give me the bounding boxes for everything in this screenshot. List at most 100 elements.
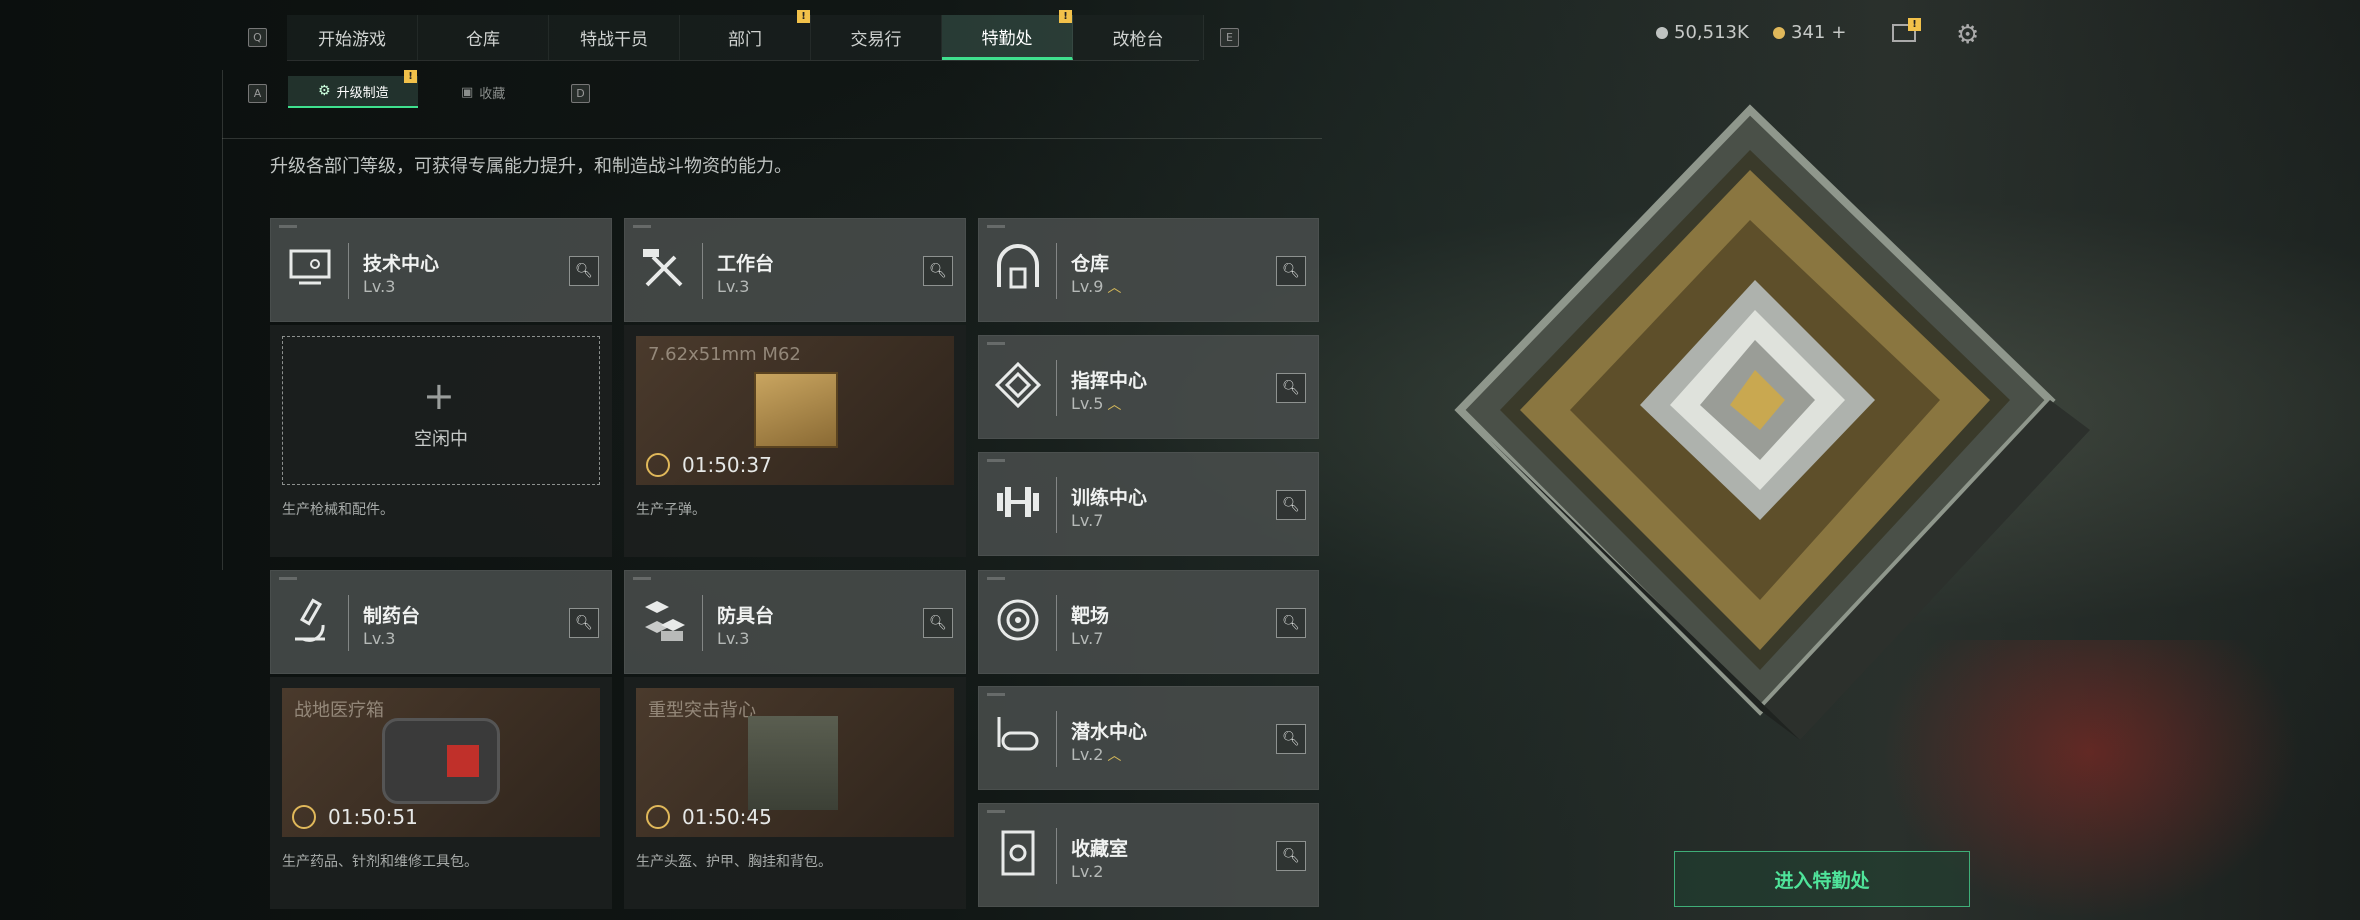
inspect-button[interactable]: 🔍︎ — [1276, 256, 1306, 286]
search-icon: 🔍︎ — [1282, 731, 1300, 747]
settings-gear-icon[interactable]: ⚙ — [1956, 20, 1979, 50]
inspect-button[interactable]: 🔍︎ — [1276, 490, 1306, 520]
inspect-button[interactable]: 🔍︎ — [923, 256, 953, 286]
frame-line — [222, 70, 223, 570]
facility-name: 靶场 — [1071, 605, 1110, 627]
goggles-icon — [997, 717, 1039, 751]
facility-card-armor-bench[interactable]: 防具台 Lv.3 🔍︎ — [624, 570, 966, 674]
facility-card-shooting-range[interactable]: 靶场 Lv.7 🔍︎ — [978, 570, 1319, 674]
facility-card-training-center[interactable]: 训练中心 Lv.7 🔍︎ — [978, 452, 1319, 556]
tab-start-game[interactable]: 开始游戏 — [287, 15, 418, 60]
facility-level: Lv.7 — [1071, 511, 1104, 530]
subtab-upgrade-craft[interactable]: ⚙ 升级制造 ! — [288, 70, 418, 108]
timer-icon — [292, 805, 316, 829]
card-divider — [1056, 595, 1057, 651]
coin-icon — [1773, 26, 1785, 39]
production-slot-empty[interactable]: + 空闲中 — [282, 336, 600, 485]
card-tag — [633, 225, 651, 228]
search-icon: 🔍︎ — [1282, 848, 1300, 864]
search-icon: 🔍︎ — [575, 263, 593, 279]
production-timer: 01:50:45 — [682, 805, 772, 829]
subtab-collection[interactable]: ▣ 收藏 — [433, 76, 553, 108]
facility-card-pharmacy[interactable]: 制药台 Lv.3 🔍︎ — [270, 570, 612, 674]
ammo-box-image — [754, 372, 838, 448]
facility-card-warehouse[interactable]: 仓库 Lv.9 ︿ 🔍︎ — [978, 218, 1319, 322]
production-description: 生产头盔、护甲、胸挂和背包。 — [636, 854, 832, 870]
search-icon: 🔍︎ — [929, 263, 947, 279]
subtab-upgrade-craft-label: 升级制造 — [336, 85, 389, 101]
cubes-icon — [645, 601, 685, 641]
vest-image — [748, 716, 838, 810]
facility-level: Lv.2 ︿ — [1071, 745, 1122, 764]
production-timer: 01:50:37 — [682, 453, 772, 477]
diamond-icon — [994, 361, 1042, 409]
card-tag — [279, 225, 297, 228]
production-description: 生产药品、针剂和维修工具包。 — [282, 854, 478, 870]
production-description: 生产子弹。 — [636, 502, 706, 518]
production-panel-tech-center: + 空闲中 生产枪械和配件。 — [270, 325, 612, 557]
subnav-next-key[interactable]: D — [571, 84, 590, 103]
monitor-icon — [289, 249, 331, 285]
production-panel-armor-bench: 重型突击背心 01:50:45 生产头盔、护甲、胸挂和背包。 — [624, 677, 966, 909]
inspect-button[interactable]: 🔍︎ — [923, 608, 953, 638]
dumbbell-icon — [997, 487, 1039, 517]
upgrade-arrow-icon: ︿ — [1107, 748, 1122, 764]
inspect-button[interactable]: 🔍︎ — [569, 608, 599, 638]
card-tag — [987, 342, 1005, 345]
production-item-name: 战地医疗箱 — [294, 700, 384, 721]
card-tag — [633, 577, 651, 580]
frame-line — [222, 138, 1322, 139]
production-slot-busy[interactable]: 战地医疗箱 01:50:51 — [282, 688, 600, 837]
inspect-button[interactable]: 🔍︎ — [1276, 373, 1306, 403]
top-nav: 开始游戏 仓库 特战干员 部门 ! 交易行 特勤处 ! 改枪台 — [287, 10, 1204, 61]
production-item-name: 重型突击背心 — [648, 700, 756, 721]
tab-special-ops[interactable]: 特勤处 ! — [942, 10, 1073, 60]
currency-value: 50,513K — [1674, 22, 1749, 43]
facility-level: Lv.3 — [363, 277, 396, 296]
coin-display: 341 + — [1773, 22, 1846, 43]
nav-prev-key[interactable]: Q — [248, 28, 267, 47]
card-divider — [348, 243, 349, 299]
add-coins-button[interactable]: + — [1831, 22, 1846, 43]
facility-card-diving-center[interactable]: 潜水中心 Lv.2 ︿ 🔍︎ — [978, 686, 1319, 790]
currency-icon — [1656, 26, 1668, 39]
facility-card-tech-center[interactable]: 技术中心 Lv.3 🔍︎ — [270, 218, 612, 322]
tab-operators[interactable]: 特战干员 — [549, 15, 680, 60]
mail-badge: ! — [1908, 18, 1921, 31]
box-icon: ▣ — [461, 84, 474, 100]
facility-cube-illustration — [1454, 104, 2090, 740]
inspect-button[interactable]: 🔍︎ — [569, 256, 599, 286]
enter-special-ops-button[interactable]: 进入特勤处 — [1674, 851, 1970, 907]
tab-gunsmith[interactable]: 改枪台 — [1073, 15, 1204, 60]
inspect-button[interactable]: 🔍︎ — [1276, 841, 1306, 871]
inspect-button[interactable]: 🔍︎ — [1276, 608, 1306, 638]
search-icon: 🔍︎ — [1282, 497, 1300, 513]
facility-level: Lv.9 ︿ — [1071, 277, 1122, 296]
facility-card-collection-room[interactable]: 收藏室 Lv.2 🔍︎ — [978, 803, 1319, 907]
search-icon: 🔍︎ — [929, 615, 947, 631]
card-divider — [1056, 243, 1057, 299]
tab-warehouse[interactable]: 仓库 — [418, 15, 549, 60]
production-timer: 01:50:51 — [328, 805, 418, 829]
facility-card-command-center[interactable]: 指挥中心 Lv.5 ︿ 🔍︎ — [978, 335, 1319, 439]
card-tag — [987, 810, 1005, 813]
tab-department[interactable]: 部门 ! — [680, 10, 811, 60]
nav-next-key[interactable]: E — [1220, 28, 1239, 47]
tab-trading[interactable]: 交易行 — [811, 15, 942, 60]
timer-icon — [646, 805, 670, 829]
facility-card-workbench[interactable]: 工作台 Lv.3 🔍︎ — [624, 218, 966, 322]
inspect-button[interactable]: 🔍︎ — [1276, 724, 1306, 754]
production-slot-busy[interactable]: 7.62x51mm M62 01:50:37 — [636, 336, 954, 485]
production-description: 生产枪械和配件。 — [282, 502, 394, 518]
card-tag — [987, 225, 1005, 228]
card-divider — [1056, 360, 1057, 416]
production-slot-busy[interactable]: 重型突击背心 01:50:45 — [636, 688, 954, 837]
tab-department-badge: ! — [797, 10, 810, 23]
card-tag — [987, 459, 1005, 462]
card-divider — [702, 243, 703, 299]
gear-icon: ⚙ — [318, 83, 331, 99]
search-icon: 🔍︎ — [575, 615, 593, 631]
warehouse-icon — [997, 244, 1039, 289]
facility-name: 训练中心 — [1071, 487, 1148, 509]
subnav-prev-key[interactable]: A — [248, 84, 267, 103]
